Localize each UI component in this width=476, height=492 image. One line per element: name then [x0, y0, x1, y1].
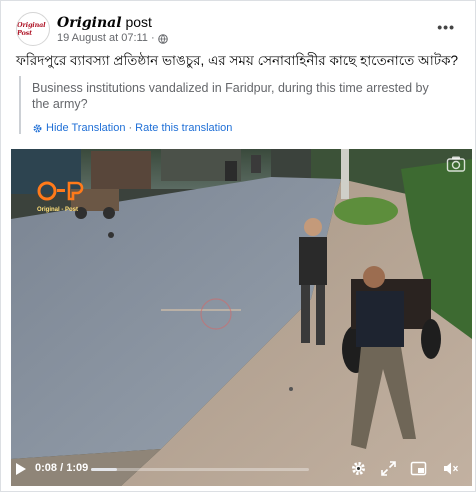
translation-links: Hide Translation · Rate this translation: [32, 122, 449, 134]
expand-icon[interactable]: [380, 460, 397, 477]
facebook-post-card: Original Post Original post 19 August at…: [0, 0, 476, 492]
time-display: 0:08 / 1:09: [35, 462, 88, 474]
rate-translation-link[interactable]: Rate this translation: [135, 122, 232, 134]
translate-gear-icon: [33, 124, 42, 132]
gear-icon[interactable]: [350, 460, 367, 477]
play-icon[interactable]: [15, 462, 27, 476]
page-avatar[interactable]: Original Post: [16, 12, 50, 46]
progress-bar[interactable]: [91, 468, 309, 471]
avatar-logo-text: Original Post: [17, 21, 46, 37]
current-time: 0:08: [35, 462, 58, 474]
page-name[interactable]: Original post: [57, 14, 152, 32]
post-meta: 19 August at 07:11 ·: [57, 32, 168, 45]
duration: 1:09: [66, 462, 89, 474]
more-options-icon[interactable]: •••: [437, 19, 455, 35]
time-separator: /: [57, 462, 67, 474]
camera-icon[interactable]: [446, 155, 466, 173]
watermark-logo: [37, 181, 84, 201]
video-player[interactable]: Original - Post 0:08 / 1:09: [11, 149, 472, 486]
progress-fill: [91, 468, 118, 471]
globe-icon: [157, 33, 168, 44]
post-text: ফরিদপুরে ব্যাবস্যা প্রতিষ্ঠান ভাঙচুর, এর…: [16, 53, 459, 68]
page-name-suffix: post: [121, 14, 152, 30]
video-controls: 0:08 / 1:09: [11, 450, 472, 486]
hide-translation-link[interactable]: Hide Translation: [46, 122, 126, 134]
picture-in-picture-icon[interactable]: [410, 460, 427, 477]
page-name-brand: Original: [57, 15, 122, 31]
translation-block: Business institutions vandalized in Fari…: [19, 76, 449, 134]
translation-text: Business institutions vandalized in Fari…: [32, 81, 429, 111]
link-separator: ·: [128, 122, 133, 134]
post-timestamp[interactable]: 19 August at 07:11 ·: [57, 32, 155, 45]
watermark-subtitle: Original - Post: [37, 207, 79, 213]
volume-icon[interactable]: [442, 460, 459, 477]
